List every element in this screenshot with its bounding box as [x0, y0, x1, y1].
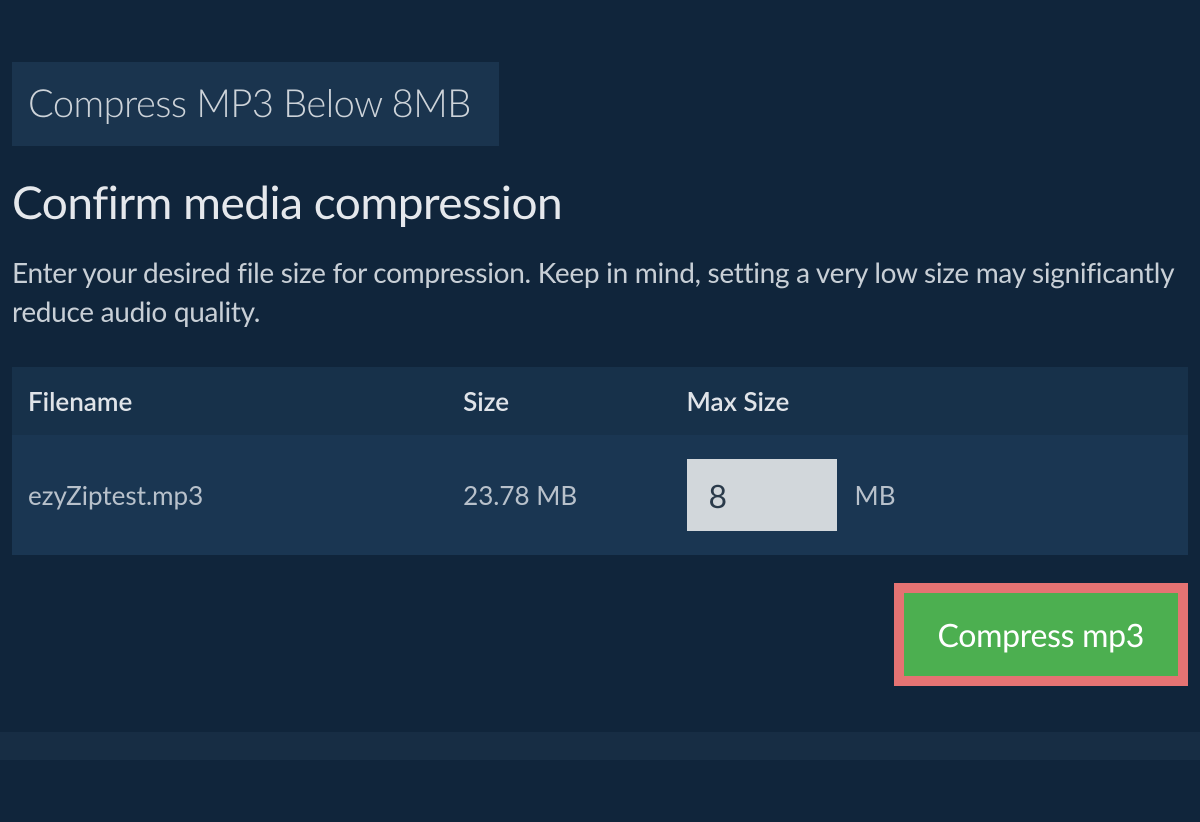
cell-size: 23.78 MB [447, 435, 670, 555]
max-size-unit: MB [855, 479, 896, 511]
header-maxsize: Max Size [671, 367, 1188, 435]
button-row: Compress mp3 [12, 583, 1188, 686]
page-title: Confirm media compression [12, 174, 1188, 229]
file-table: Filename Size Max Size ezyZiptest.mp3 23… [12, 367, 1188, 555]
tab-bar: Compress MP3 Below 8MB [12, 62, 1188, 146]
tab-label: Compress MP3 Below 8MB [28, 80, 471, 126]
compress-button-label: Compress mp3 [938, 615, 1144, 654]
max-size-input[interactable] [687, 459, 837, 531]
header-size: Size [447, 367, 670, 435]
header-filename: Filename [12, 367, 447, 435]
table-header: Filename Size Max Size [12, 367, 1188, 435]
page-description: Enter your desired file size for compres… [12, 253, 1188, 331]
cell-filename: ezyZiptest.mp3 [12, 435, 447, 555]
bottom-strip [0, 732, 1200, 760]
compress-button[interactable]: Compress mp3 [894, 583, 1188, 686]
cell-maxsize: MB [671, 435, 1188, 555]
table-row: ezyZiptest.mp3 23.78 MB MB [12, 435, 1188, 555]
tab-compress-mp3[interactable]: Compress MP3 Below 8MB [12, 62, 499, 146]
